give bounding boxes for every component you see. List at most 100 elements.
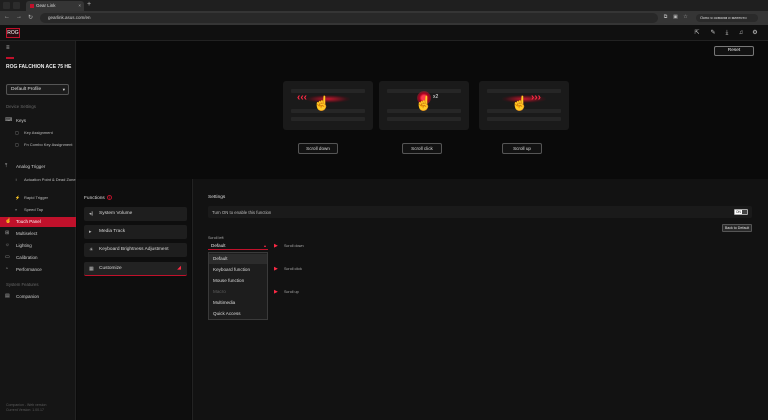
sidebar: ≡ ROG FALCHION ACE 75 HE Default Profile… [0, 41, 76, 420]
key-icon: ▢ [15, 130, 19, 135]
tab-search-icon[interactable] [13, 2, 20, 9]
toggle-state: ON [736, 210, 741, 214]
new-tab-button[interactable]: + [87, 1, 91, 8]
profile-select[interactable]: Default Profile ▾ [6, 84, 69, 95]
profile-value: Default Profile [11, 87, 42, 92]
rapid-icon: ⚡ [15, 195, 20, 200]
enable-toggle[interactable]: ON [734, 209, 748, 215]
keyboard-icon: ⌨ [5, 117, 13, 123]
sidebar-item-fn-combo[interactable]: ▢ Fn Combo Key Assignment [0, 142, 76, 148]
edit-icon[interactable]: ✎ [709, 29, 717, 37]
sidebar-item-key-assignment[interactable]: ▢ Key Assignment [0, 130, 76, 136]
brand-accent-line [6, 57, 14, 59]
scroll-down-caption[interactable]: Scroll down [298, 143, 338, 154]
preview-card-scroll-up: ››› ☝ [479, 81, 569, 130]
preview-card-scroll-click: x2 ☝ [379, 81, 469, 130]
combo-icon: ▢ [15, 142, 19, 147]
play-icon[interactable]: ▶ [274, 289, 278, 295]
speed-icon: » [15, 207, 18, 212]
reload-icon[interactable]: ↻ [28, 14, 33, 21]
actuation-icon: ↕ [15, 177, 17, 182]
version-footer: Companion - Web version Current Version:… [6, 403, 46, 412]
gear-icon[interactable]: ⚙ [751, 29, 759, 37]
function-label: Media Track [99, 229, 126, 234]
sidebar-item-label: Actuation Point & Dead Zone [24, 177, 76, 182]
dropdown-option-mouse[interactable]: Mouse function [209, 276, 267, 286]
sidebar-item-lighting[interactable]: ☼ Lighting [0, 242, 76, 249]
dropdown-option-quick-access[interactable]: Quick Access [209, 309, 267, 319]
function-media-track[interactable]: ▸ Media Track [84, 225, 187, 239]
dropdown-option-macro: Macro [213, 289, 226, 294]
multi-icon: ⊞ [5, 230, 10, 236]
sidebar-item-analog-trigger[interactable]: ⤒ Analog Trigger [0, 163, 76, 170]
chevron-down-icon: ▾ [62, 87, 65, 92]
function-customize[interactable]: ▦ Customize ◢ [84, 262, 187, 276]
close-tab-icon[interactable]: × [78, 3, 81, 8]
function-label: System Volume [99, 211, 133, 216]
favorites-icon[interactable]: ☆ [682, 14, 689, 21]
sidebar-item-multiselect[interactable]: ⊞ Multiselect [0, 230, 76, 237]
light-icon: ☼ [5, 242, 10, 248]
sidebar-item-keys[interactable]: ⌨ Keys [0, 117, 76, 124]
dropdown-value: Default [211, 243, 226, 248]
split-icon[interactable]: ▣ [672, 14, 679, 21]
tab-title: Gear Link [36, 3, 56, 8]
row-label-scroll-click: Scroll click [284, 267, 302, 271]
sidebar-item-speed-tap[interactable]: » Speed Tap [0, 207, 76, 213]
toggle-knob [742, 210, 747, 214]
hand-swipe-icon: ☝ [313, 95, 331, 111]
sidebar-item-actuation[interactable]: ↕ Actuation Point & Dead Zone [0, 177, 76, 183]
function-label: Keyboard Brightness Adjustment [99, 247, 169, 252]
dropdown-option-keyboard[interactable]: Keyboard function [209, 265, 267, 275]
dropdown-option-multimedia[interactable]: Multimedia [209, 298, 267, 308]
browser-tab[interactable]: Gear Link × [26, 1, 84, 11]
sidebar-item-calibration[interactable]: ▭ Calibration [0, 254, 76, 261]
play-icon[interactable]: ▶ [274, 243, 278, 249]
bell-icon[interactable]: ♫ [737, 29, 745, 37]
hamburger-icon[interactable]: ≡ [6, 45, 10, 51]
update-text: Окно я освоим и матесто [700, 15, 747, 20]
scroll-click-caption[interactable]: Scroll click [402, 143, 442, 154]
sidebar-item-rapid-trigger[interactable]: ⚡ Rapid Trigger [0, 195, 76, 201]
play-icon[interactable]: ▶ [274, 266, 278, 272]
download-icon[interactable]: ⤓ [723, 29, 731, 37]
reset-button[interactable]: Reset [714, 46, 754, 56]
sidebar-item-performance[interactable]: ◔ Performance [0, 266, 76, 273]
sidebar-item-touch-panel[interactable]: ☝ Touch Panel [0, 217, 76, 227]
trigger-icon: ⤒ [5, 163, 8, 169]
sidebar-item-companion[interactable]: ▤ Companion [0, 293, 76, 300]
footer-line: Companion - Web version [6, 403, 47, 407]
media-icon: ▸ [89, 229, 92, 235]
function-system-volume[interactable]: ◂) System Volume [84, 207, 187, 221]
version-text: Current Version: 1.00.17 [6, 407, 44, 412]
function-label: Customize [99, 266, 122, 271]
selected-mark-icon: ◢ [177, 265, 181, 271]
rog-logo: ROG [6, 28, 20, 38]
favicon-icon [30, 3, 34, 8]
sidebar-item-label: Analog Trigger [16, 164, 46, 169]
sidebar-item-label: Keys [16, 118, 27, 123]
export-icon[interactable]: ⇱ [693, 29, 701, 37]
action-dropdown[interactable]: Default ▴ [208, 242, 268, 250]
toggle-description: Turn ON to enable this function [212, 210, 272, 215]
url-input[interactable]: gearlink.asus.com/en [40, 13, 658, 23]
sidebar-item-label: Speed Tap [24, 207, 44, 212]
functions-heading: Functions! [84, 195, 112, 201]
window-menu-icon[interactable] [3, 2, 10, 9]
back-icon[interactable]: ← [4, 14, 10, 20]
hand-tap-icon: ☝ [415, 95, 433, 111]
forward-icon[interactable]: → [16, 14, 22, 20]
sidebar-item-label: Rapid Trigger [24, 195, 49, 200]
sidebar-item-label: Multiselect [16, 231, 38, 236]
performance-icon: ◔ [5, 266, 9, 272]
scroll-field-label: Scroll left [208, 236, 224, 240]
browser-update-button[interactable]: Окно я освоим и матесто [696, 14, 758, 22]
functions-title: Functions [84, 196, 105, 201]
scroll-up-caption[interactable]: Scroll up [502, 143, 542, 154]
info-icon[interactable]: ! [106, 195, 112, 200]
translate-icon[interactable]: ⧉ [662, 14, 669, 21]
logo-text: ROG [7, 30, 19, 36]
dropdown-option-default[interactable]: Default [209, 254, 267, 264]
back-to-default-button[interactable]: Back to Default [722, 224, 752, 232]
function-keyboard-brightness[interactable]: ☀ Keyboard Brightness Adjustment [84, 243, 187, 257]
